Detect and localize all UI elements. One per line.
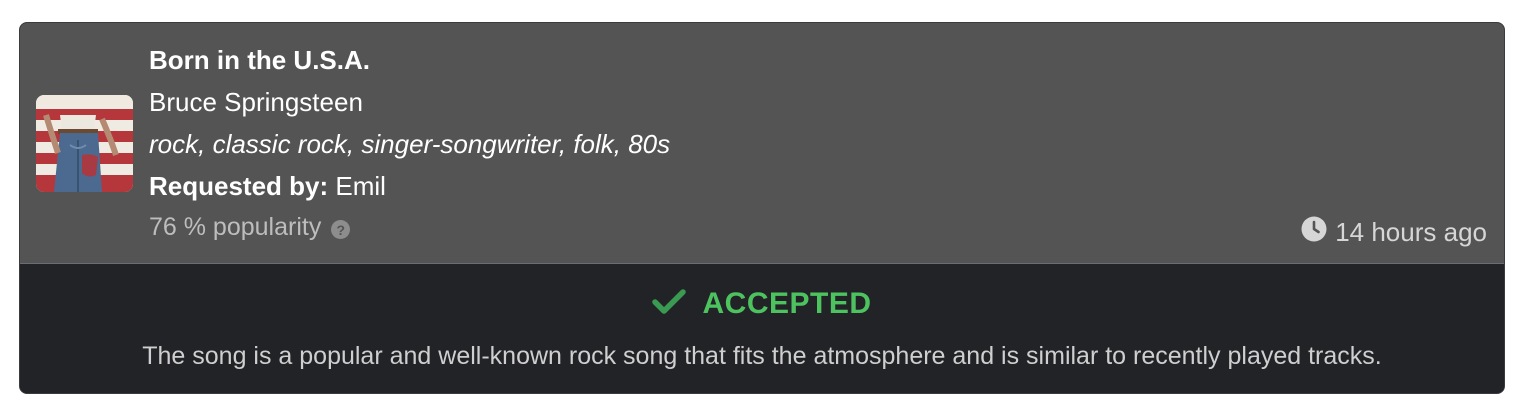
popularity-text: 76 % popularity xyxy=(149,213,322,241)
status-text: ACCEPTED xyxy=(702,287,872,320)
song-request-card: Born in the U.S.A. Bruce Springsteen roc… xyxy=(19,22,1505,394)
request-time: 14 hours ago xyxy=(1301,216,1487,249)
decision-status: ACCEPTED xyxy=(20,287,1504,321)
popularity: 76 % popularity ? xyxy=(149,213,351,242)
track-details-section: Born in the U.S.A. Bruce Springsteen roc… xyxy=(20,23,1504,264)
requested-by-label: Requested by: xyxy=(149,171,329,201)
track-title: Born in the U.S.A. xyxy=(149,45,370,75)
decision-reason: The song is a popular and well-known roc… xyxy=(142,342,1382,370)
decision-section: ACCEPTED The song is a popular and well-… xyxy=(20,264,1504,393)
track-genres: rock, classic rock, singer-songwriter, f… xyxy=(149,129,671,159)
album-cover-image[interactable] xyxy=(36,95,133,192)
time-ago-text: 14 hours ago xyxy=(1335,217,1487,247)
requested-by-name: Emil xyxy=(335,171,386,201)
requested-by: Requested by: Emil xyxy=(149,171,386,202)
track-artist: Bruce Springsteen xyxy=(149,87,363,117)
check-icon xyxy=(652,288,687,320)
clock-icon xyxy=(1301,216,1327,249)
question-circle-icon[interactable]: ? xyxy=(331,220,351,239)
